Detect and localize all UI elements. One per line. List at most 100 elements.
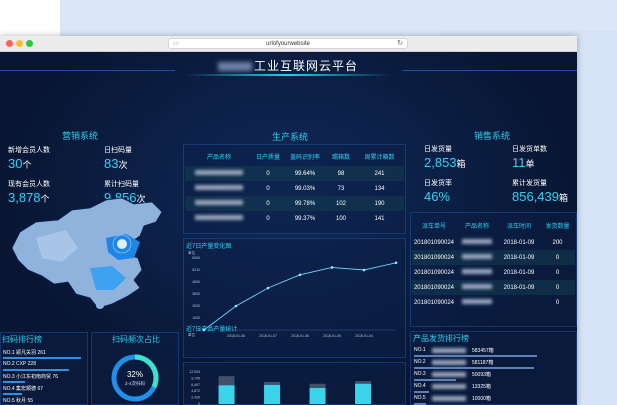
- rank-item[interactable]: NO.2 CXP 228: [3, 361, 36, 367]
- y-tick-label: 3500: [192, 292, 200, 296]
- rank-bar: [414, 367, 534, 369]
- rank-item[interactable]: NO.5: [414, 395, 426, 401]
- column-header: 发货数量: [545, 222, 570, 230]
- daily-orders-value: 11单: [512, 155, 535, 170]
- y-tick-label: 4500: [192, 280, 200, 284]
- redacted-product-name: [195, 200, 243, 206]
- redacted-product-name: [432, 360, 466, 365]
- rank-item[interactable]: NO.4 集宏顺德 67: [3, 385, 43, 392]
- redacted-product-name: [462, 269, 492, 275]
- table-row[interactable]: 0 99.64% 98 241: [185, 166, 404, 181]
- redacted-product-name: [195, 185, 243, 191]
- map-hotspot: [117, 239, 127, 249]
- redacted-product-name: [462, 254, 492, 260]
- table-header-row: 派车单号 产品名称 派车时间 发货数量: [412, 215, 575, 235]
- rank-item[interactable]: NO.1 颍凡关羽 261: [3, 349, 46, 356]
- redacted-product-name: [462, 284, 492, 290]
- column-header: 周累计箱数: [364, 153, 395, 161]
- rank-bar: [3, 369, 69, 371]
- y-unit-label: 单位: [188, 250, 195, 255]
- new-members-label: 新增会员人数: [8, 147, 50, 154]
- table-row[interactable]: 0 99.78% 102 190: [185, 196, 404, 211]
- existing-members-label: 现有会员人数: [8, 181, 50, 188]
- minimize-window-button[interactable]: [16, 40, 23, 47]
- rank-item[interactable]: NO.3 小江东初南商贸 76: [3, 373, 58, 380]
- rank-value: 10000箱: [472, 396, 491, 402]
- browser-chrome: ▭ urlofyourwebsite ↻: [0, 36, 577, 52]
- sales-title: 销售系统: [473, 131, 510, 141]
- rank-item[interactable]: NO.3: [414, 371, 426, 377]
- y-unit-label: 单位: [188, 332, 195, 337]
- rank-value: 583457箱: [472, 348, 494, 354]
- rank-item[interactable]: NO.5 秋月 55: [3, 397, 33, 404]
- reload-icon[interactable]: ↻: [397, 39, 403, 49]
- table-row[interactable]: 201801090024 2018-01-09 0: [412, 250, 575, 265]
- column-header: 产品名称: [464, 222, 489, 230]
- rank-item[interactable]: NO.4: [414, 383, 426, 389]
- product-chart: 单位 12,9939,7456,4974,8722,4390: [188, 332, 372, 405]
- bar: [355, 383, 372, 404]
- donut-caption: 2-4次扫码: [125, 380, 146, 387]
- browser-window: ▭ urlofyourwebsite ↻ 工业互联网云平台 营销系统 新增会员人…: [0, 36, 577, 405]
- y-tick-label: 6,497: [191, 383, 200, 387]
- rank-bar: [3, 357, 81, 359]
- daily-shipment-label: 日发货量: [424, 146, 452, 153]
- trend-data-point: [266, 286, 270, 290]
- column-header: 派车单号: [421, 222, 446, 230]
- column-header: 日产质量: [255, 153, 280, 161]
- daily-scans-label: 日扫码量: [104, 147, 132, 154]
- bar: [264, 384, 281, 404]
- daily-orders-label: 日发货单数: [512, 146, 547, 153]
- y-tick-label: 1000: [192, 316, 200, 320]
- dispatch-table: 派车单号 产品名称 派车时间 发货数量 201801090024 2018-01-…: [412, 215, 575, 310]
- y-tick-label: 5212: [192, 268, 200, 272]
- column-header: 盖码识别率: [289, 153, 320, 161]
- marketing-title: 营销系统: [61, 131, 98, 141]
- trend-data-point: [362, 268, 366, 272]
- production-title: 生产系统: [271, 132, 308, 142]
- redacted-product-name: [195, 170, 243, 176]
- rank-bar: [3, 393, 22, 395]
- total-shipment-label: 累计发货量: [512, 180, 547, 187]
- rank-value: 13325箱: [472, 384, 491, 390]
- redacted-product-name: [462, 299, 492, 305]
- map-landmass: [11, 198, 163, 309]
- close-window-button[interactable]: [6, 40, 13, 47]
- trend-chart-title: 近7日产量变化图: [186, 244, 232, 250]
- table-row[interactable]: 0 99.03% 73 134: [185, 181, 404, 196]
- rank-bar: [414, 403, 426, 405]
- redacted-company-name: [217, 62, 252, 72]
- header-divider: [0, 70, 175, 71]
- y-tick-label: 2000: [192, 304, 200, 308]
- maximize-window-button[interactable]: [26, 40, 33, 47]
- address-bar[interactable]: ▭ urlofyourwebsite ↻: [168, 38, 408, 49]
- trend-series-line: [203, 262, 397, 331]
- url-text: urlofyourwebsite: [266, 41, 310, 47]
- page-icon: ▭: [173, 41, 179, 47]
- y-tick-label: 2,439: [191, 396, 200, 400]
- map-island: [96, 303, 104, 309]
- redacted-product-name: [462, 239, 492, 245]
- table-row[interactable]: 201801090024 2018-01-09 200: [412, 235, 575, 250]
- rank-value: 50093箱: [472, 372, 491, 378]
- rank-value: 581187箱: [472, 360, 494, 366]
- daily-shipment-value: 2,853箱: [424, 155, 466, 170]
- y-tick-label: 4,872: [191, 389, 200, 393]
- rank-bar: [414, 379, 456, 381]
- china-map: [11, 198, 163, 309]
- total-scans-label: 累计扫码量: [104, 181, 139, 188]
- table-row[interactable]: 201801090024 2018-01-09 0: [412, 280, 575, 295]
- trend-data-point: [394, 261, 398, 265]
- rank-item[interactable]: NO.1: [414, 347, 426, 353]
- table-header-row: 产品名称 日产质量 盖码识别率 蹋箱数 周累计箱数: [185, 146, 404, 166]
- rank-item[interactable]: NO.2: [414, 359, 426, 365]
- header-divider: [402, 70, 577, 71]
- table-row[interactable]: 201801090024 0: [412, 295, 575, 310]
- y-tick-label: 9,745: [191, 376, 200, 380]
- rank-bar: [3, 381, 25, 383]
- table-row[interactable]: 201801090024 2018-01-09 0: [412, 265, 575, 280]
- table-row[interactable]: 0 99.37% 100 141: [185, 211, 404, 226]
- production-table: 产品名称 日产质量 盖码识别率 蹋箱数 周累计箱数 0 99.64% 98 241 0…: [185, 146, 404, 226]
- scan-freq-title: 扫码频次占比: [112, 335, 160, 344]
- total-shipment-value: 856,439箱: [512, 189, 569, 204]
